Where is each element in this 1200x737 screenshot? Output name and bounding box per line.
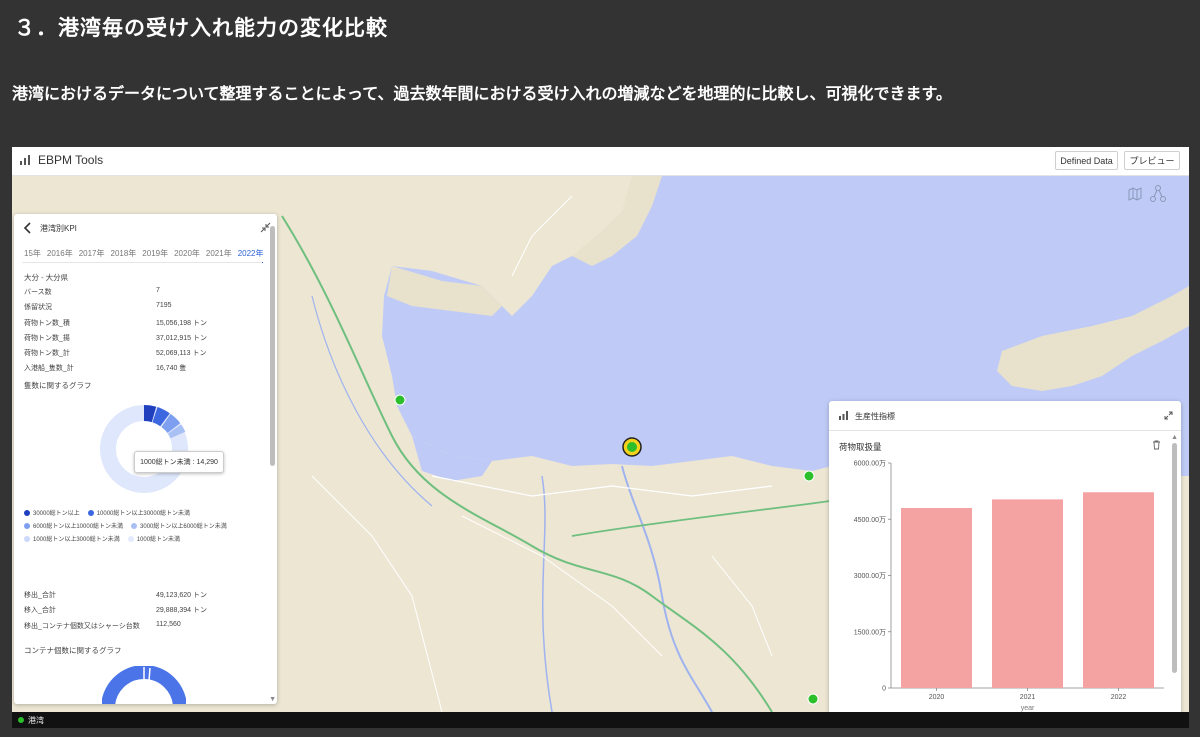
donut-segment[interactable] [143, 404, 157, 423]
legend-item[interactable]: 1000総トン以上3000総トン未満 [24, 534, 120, 543]
bar[interactable] [901, 508, 972, 688]
stat-value: 112,560 [156, 621, 181, 628]
status-dot-icon [18, 717, 24, 723]
cargo-bar-chart: 0 1500.00万 3000.00万 4500.00万 6000.00万 2020 202… [854, 460, 1164, 712]
panel-scrollbar[interactable] [270, 226, 275, 466]
stat-label: 荷物トン数_積 [24, 320, 70, 327]
y-tick-label: 0 [882, 686, 886, 693]
port-kpi-panel: 港湾別KPI 15年 2016年 2017年 2018年 2019年 2020年… [14, 214, 277, 704]
stat-label: 係留状況 [24, 304, 52, 311]
year-tab[interactable]: 15年 [24, 248, 41, 263]
x-tick-label: 2020 [929, 694, 945, 701]
legend-label: 3000総トン以上6000総トン未満 [140, 524, 227, 530]
donut-segment[interactable] [167, 424, 186, 439]
stat-label: バース数 [24, 289, 52, 296]
year-tab[interactable]: 2017年 [79, 248, 105, 263]
legend-item[interactable]: 1000総トン未満 [127, 534, 181, 543]
preview-button[interactable]: プレビュー [1124, 151, 1180, 170]
y-tick-label: 6000.00万 [854, 460, 886, 468]
stat-value: 15,056,198 トン [156, 320, 207, 327]
legend-label: 1000総トン以上3000総トン未満 [33, 537, 120, 543]
expand-icon[interactable] [1164, 411, 1173, 420]
year-tab[interactable]: 2021年 [206, 248, 232, 263]
map-view[interactable]: 港湾別KPI 15年 2016年 2017年 2018年 2019年 2020年… [12, 176, 1189, 712]
port-name: 大分 - 大分県 [24, 273, 69, 282]
bar-chart-icon [839, 411, 848, 420]
app-brand[interactable]: EBPM Tools [20, 153, 103, 167]
stat-label: 移出_合計 [24, 592, 56, 599]
year-tab[interactable]: 2018年 [111, 248, 137, 263]
year-tabs: 15年 2016年 2017年 2018年 2019年 2020年 2021年 … [24, 248, 264, 263]
slide-title: ３．港湾毎の受け入れ能力の変化比較 [14, 16, 388, 40]
ship-donut-chart[interactable] [99, 404, 189, 494]
scroll-up-icon[interactable]: ▲ [1171, 434, 1178, 441]
status-label: 港湾 [28, 715, 44, 725]
year-tab[interactable]: 2020年 [174, 248, 200, 263]
stat-value: 52,069,113 トン [156, 350, 207, 357]
app-name: EBPM Tools [38, 153, 104, 167]
legend-item[interactable]: 10000総トン以上30000総トン未満 [87, 508, 191, 517]
year-tab[interactable]: 2016年 [47, 248, 73, 263]
scroll-down-icon[interactable]: ▼ [269, 696, 276, 703]
defined-data-button[interactable]: Defined Data [1055, 151, 1118, 170]
stat-label: 荷物トン数_揚 [24, 335, 70, 342]
stat-value: 29,888,394 トン [156, 607, 207, 614]
ship-graph-title: 隻数に関するグラフ [24, 381, 92, 390]
back-arrow-icon[interactable] [22, 221, 34, 235]
stat-value: 7 [156, 287, 160, 294]
container-donut-chart[interactable] [102, 666, 186, 704]
status-bar: 港湾 [12, 712, 1189, 728]
legend-label: 30000総トン以上 [33, 511, 80, 517]
panel-title: 港湾別KPI [40, 224, 77, 233]
legend-item[interactable]: 6000総トン以上10000総トン未満 [24, 521, 123, 530]
stat-value: 7195 [156, 302, 172, 309]
stat-value: 49,123,620 トン [156, 592, 207, 599]
port-marker[interactable] [807, 693, 819, 705]
x-axis-label: year [1021, 705, 1035, 712]
panel-header: 生産性指標 [829, 401, 1181, 431]
legend-item[interactable]: 30000総トン以上 [24, 508, 80, 517]
share-network-icon[interactable] [1150, 185, 1166, 203]
legend-label: 1000総トン未満 [136, 537, 181, 543]
stat-label: 荷物トン数_計 [24, 350, 70, 357]
productivity-panel: 生産性指標 荷物取扱量 ▲ ▼ 01500.00万3000.00万4500.00… [829, 401, 1181, 712]
x-tick-label: 2022 [1111, 694, 1127, 701]
x-tick-label: 2021 [1020, 694, 1036, 701]
chart-tooltip: 1000総トン未満 : 14,290 [134, 451, 224, 473]
stat-value: 16,740 隻 [156, 365, 187, 372]
chart-title: 荷物取扱量 [839, 442, 882, 452]
donut-segment[interactable] [161, 413, 181, 434]
port-marker[interactable] [394, 394, 406, 406]
stat-label: 移入_合計 [24, 607, 56, 614]
legend-label: 10000総トン以上30000総トン未満 [96, 511, 191, 517]
stat-label: 入港船_隻数_計 [24, 365, 74, 372]
year-tab[interactable]: 2019年 [142, 248, 168, 263]
y-tick-label: 3000.00万 [854, 572, 886, 580]
app-window: EBPM Tools Defined Data プレビュー 港湾別KPI 15年… [12, 147, 1189, 728]
stat-value: 37,012,915 トン [156, 335, 207, 342]
panel-title: 生産性指標 [855, 412, 895, 421]
y-tick-label: 1500.00万 [854, 628, 886, 636]
y-tick-label: 4500.00万 [854, 516, 886, 524]
bar[interactable] [992, 499, 1063, 688]
slide-subtitle: 港湾におけるデータについて整理することによって、過去数年間における受け入れの増減… [12, 84, 952, 103]
legend-label: 6000総トン以上10000総トン未満 [33, 524, 124, 530]
map-layers-icon[interactable] [1128, 187, 1142, 201]
divider [22, 262, 262, 263]
panel-scrollbar[interactable] [1172, 443, 1177, 673]
stat-label: 移出_コンテナ個数又はシャーシ台数 [24, 623, 140, 630]
container-graph-title: コンテナ個数に関するグラフ [24, 646, 122, 655]
year-tab-active[interactable]: 2022年 [237, 248, 264, 263]
legend-item[interactable]: 3000総トン以上6000総トン未満 [131, 521, 227, 530]
bar-chart-icon [20, 155, 30, 165]
donut-segment[interactable] [152, 407, 170, 427]
port-marker[interactable] [803, 470, 815, 482]
bar[interactable] [1083, 492, 1154, 688]
top-bar: EBPM Tools Defined Data プレビュー [12, 147, 1189, 176]
port-marker-selected-inner [627, 442, 637, 452]
trash-icon[interactable] [1152, 440, 1161, 450]
